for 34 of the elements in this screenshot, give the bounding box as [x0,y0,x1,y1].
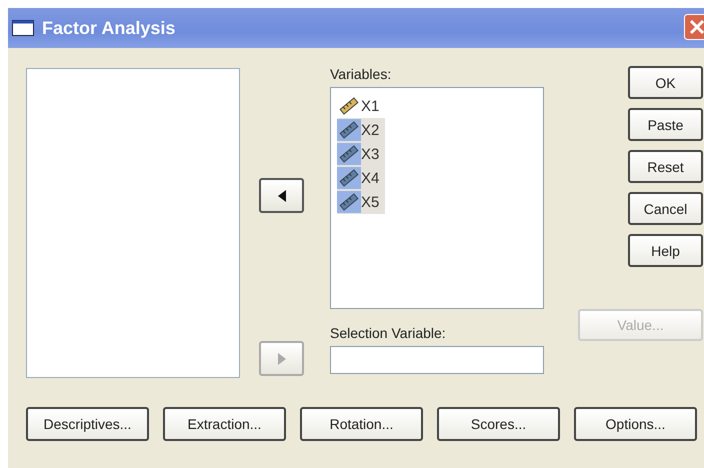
dialog-button[interactable]: Cancel [628,192,703,225]
selection-variable-label: Selection Variable: [330,325,447,342]
close-icon[interactable] [684,14,704,40]
right-arrow-icon [278,352,286,364]
left-arrow-icon [278,190,286,202]
ruler-icon [339,121,359,139]
options-button[interactable]: Rotation... [300,407,423,441]
options-button[interactable]: Descriptives... [26,407,149,441]
variable-name: X1 [361,98,380,114]
ruler-icon [339,145,359,163]
options-button[interactable]: Extraction... [163,407,286,441]
variables-label: Variables: [330,66,392,83]
variable-item[interactable]: X5 [337,190,386,214]
variable-name: X5 [361,194,380,210]
variable-name: X2 [361,122,380,138]
ruler-icon [339,193,359,211]
options-button[interactable]: Options... [574,407,697,441]
options-button[interactable]: Scores... [437,407,560,441]
variable-item[interactable]: X2 [337,118,386,142]
dialog-button[interactable]: Paste [628,108,703,141]
variable-name: X3 [361,146,380,162]
variable-name: X4 [361,170,380,186]
selection-variable-field[interactable] [330,346,544,374]
ruler-icon [339,169,359,187]
dialog-button[interactable]: Help [628,234,703,267]
dialog-button[interactable]: Reset [628,150,703,183]
window-icon [12,20,34,36]
window-title: Factor Analysis [42,18,176,38]
variable-item[interactable]: X3 [337,142,386,166]
variable-item[interactable]: X1 [337,94,386,118]
dialog-button[interactable]: OK [628,66,703,99]
variable-item[interactable]: X4 [337,166,386,190]
variables-list[interactable]: X1 X2 X3 X4 X5 [330,87,544,309]
move-button[interactable] [259,178,304,213]
